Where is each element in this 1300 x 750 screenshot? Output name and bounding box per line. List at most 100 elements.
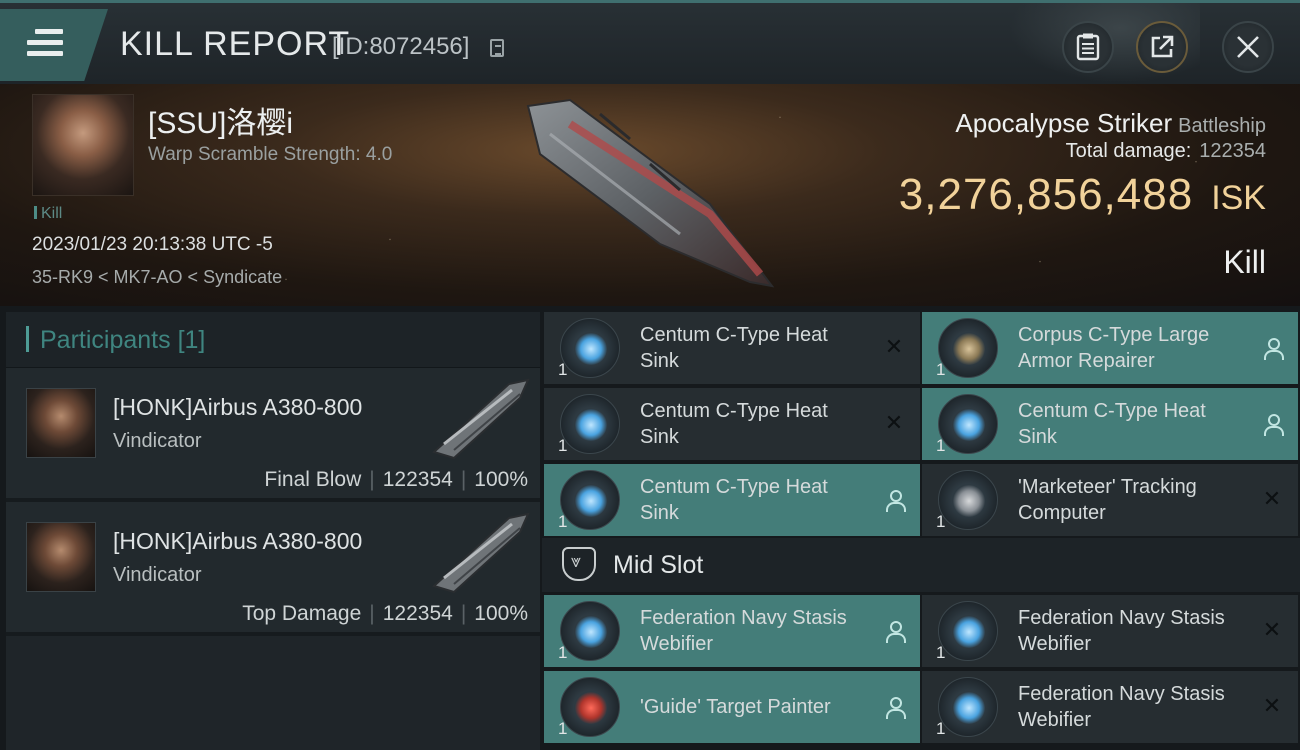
- menu-icon[interactable]: [27, 29, 63, 57]
- stat-divider: |: [369, 602, 375, 625]
- module-item[interactable]: 1 'Marketeer' Tracking Computer ✕: [922, 464, 1298, 536]
- module-quantity: 1: [936, 360, 946, 379]
- participant-avatar[interactable]: [26, 388, 96, 458]
- heat-sink-icon: [560, 470, 620, 530]
- participants-header: Participants [1]: [6, 312, 540, 368]
- share-icon: [1151, 35, 1174, 58]
- module-item[interactable]: 1 Federation Navy Stasis Webifier: [544, 595, 920, 667]
- module-item[interactable]: 1 Centum C-Type Heat Sink: [544, 464, 920, 536]
- dropped-status-icon: [882, 619, 906, 643]
- close-icon: [1237, 36, 1259, 58]
- stasis-webifier-icon: [938, 677, 998, 737]
- stasis-webifier-icon: [560, 601, 620, 661]
- clipboard-button[interactable]: [1062, 21, 1114, 73]
- module-quantity: 1: [936, 512, 946, 531]
- tracking-computer-icon: [938, 470, 998, 530]
- share-button[interactable]: [1136, 21, 1188, 73]
- module-item[interactable]: 1 Centum C-Type Heat Sink: [922, 388, 1298, 460]
- dropped-status-icon: [882, 488, 906, 512]
- stasis-webifier-icon: [938, 601, 998, 661]
- kill-location[interactable]: 35-RK9 < MK7-AO < Syndicate: [32, 267, 282, 288]
- module-item[interactable]: 1 Federation Navy Stasis Webifier ✕: [922, 671, 1298, 743]
- ship-name[interactable]: Apocalypse Striker: [955, 108, 1172, 138]
- module-quantity: 1: [936, 436, 946, 455]
- stat-divider: |: [460, 468, 467, 491]
- participant-ship-image: [432, 378, 530, 460]
- isk-line: 3,276,856,488 ISK: [899, 170, 1266, 220]
- isk-unit: ISK: [1211, 179, 1266, 217]
- participants-panel: Participants [1] [HONK]Airbus A380-800 V…: [6, 312, 540, 750]
- ship-name-line: Apocalypse Striker Battleship: [955, 108, 1266, 139]
- module-name: Centum C-Type Heat Sink: [1018, 400, 1206, 448]
- report-id: [ID:8072456]: [332, 33, 470, 60]
- dropped-status-icon: [882, 695, 906, 719]
- participant-damage: 122354: [382, 468, 453, 491]
- victim-name[interactable]: [SSU]洛樱i: [148, 98, 293, 142]
- victim-banner: [SSU]洛樱i Warp Scramble Strength: 4.0 Kil…: [0, 84, 1300, 306]
- participant-percent: 100%: [474, 602, 528, 625]
- kill-result-label: Kill: [1223, 244, 1266, 280]
- participants-count: [1]: [177, 326, 206, 354]
- module-quantity: 1: [558, 360, 568, 379]
- ship-class: Battleship: [1178, 115, 1266, 137]
- mid-slot-icon: [562, 547, 596, 581]
- heat-sink-icon: [560, 394, 620, 454]
- participant-ship: Vindicator: [113, 430, 202, 452]
- stat-divider: |: [369, 468, 375, 491]
- module-item[interactable]: 1 Corpus C-Type Large Armor Repairer: [922, 312, 1298, 384]
- participant-row[interactable]: [HONK]Airbus A380-800 Vindicator Top Dam…: [6, 502, 540, 636]
- module-name: 'Marketeer' Tracking Computer: [1018, 476, 1197, 524]
- top-bar: KILL REPORT [ID:8072456]: [0, 0, 1300, 87]
- module-quantity: 1: [558, 436, 568, 455]
- participant-damage: 122354: [382, 602, 453, 625]
- participants-title: Participants [1]: [40, 326, 205, 355]
- module-quantity: 1: [936, 719, 946, 738]
- destroyed-status-icon: ✕: [884, 335, 904, 360]
- target-painter-icon: [560, 677, 620, 737]
- isk-value: 3,276,856,488: [898, 170, 1194, 219]
- total-damage-value: 122354: [1199, 140, 1266, 162]
- module-quantity: 1: [558, 512, 568, 531]
- participant-avatar[interactable]: [26, 522, 96, 592]
- participant-name[interactable]: [HONK]Airbus A380-800: [113, 394, 362, 421]
- armor-repairer-icon: [938, 318, 998, 378]
- module-name: Centum C-Type Heat Sink: [640, 400, 828, 448]
- participant-role: Final Blow: [264, 468, 362, 491]
- destroyed-status-icon: ✕: [1262, 694, 1282, 719]
- module-item[interactable]: 1 Centum C-Type Heat Sink ✕: [544, 388, 920, 460]
- module-quantity: 1: [936, 643, 946, 662]
- participant-stats: Top Damage | 122354 | 100%: [242, 602, 528, 626]
- module-name: Centum C-Type Heat Sink: [640, 324, 828, 372]
- participant-name[interactable]: [HONK]Airbus A380-800: [113, 528, 362, 555]
- participant-percent: 100%: [474, 468, 528, 491]
- fitted-modules-panel: 1 Centum C-Type Heat Sink ✕ 1 Corpus C-T…: [542, 312, 1300, 750]
- total-damage: Total damage: 122354: [1066, 140, 1266, 163]
- close-button[interactable]: [1222, 21, 1274, 73]
- participants-title-text: Participants: [40, 326, 171, 354]
- page-title: KILL REPORT: [120, 25, 351, 63]
- participant-stats: Final Blow | 122354 | 100%: [264, 468, 528, 492]
- destroyed-status-icon: ✕: [1262, 487, 1282, 512]
- victim-avatar[interactable]: [32, 94, 134, 196]
- participant-row[interactable]: [HONK]Airbus A380-800 Vindicator Final B…: [6, 368, 540, 502]
- module-name: Centum C-Type Heat Sink: [640, 476, 828, 524]
- module-item[interactable]: 1 Federation Navy Stasis Webifier ✕: [922, 595, 1298, 667]
- heat-sink-icon: [938, 394, 998, 454]
- stat-divider: |: [460, 602, 467, 625]
- kill-timestamp: 2023/01/23 20:13:38 UTC -5: [32, 234, 273, 255]
- module-name: Federation Navy Stasis Webifier: [1018, 683, 1225, 731]
- dropped-status-icon: [1260, 412, 1284, 436]
- copy-icon[interactable]: [490, 39, 504, 57]
- participant-role: Top Damage: [242, 602, 362, 625]
- mid-slot-header: Mid Slot: [542, 538, 1300, 592]
- module-quantity: 1: [558, 719, 568, 738]
- module-quantity: 1: [558, 643, 568, 662]
- module-name: Federation Navy Stasis Webifier: [640, 607, 847, 655]
- participant-ship: Vindicator: [113, 564, 202, 586]
- clipboard-icon: [1076, 33, 1100, 61]
- destroyed-status-icon: ✕: [1262, 618, 1282, 643]
- module-item[interactable]: 1 'Guide' Target Painter: [544, 671, 920, 743]
- kill-tag: Kill: [34, 205, 62, 223]
- destroyed-status-icon: ✕: [884, 411, 904, 436]
- module-item[interactable]: 1 Centum C-Type Heat Sink ✕: [544, 312, 920, 384]
